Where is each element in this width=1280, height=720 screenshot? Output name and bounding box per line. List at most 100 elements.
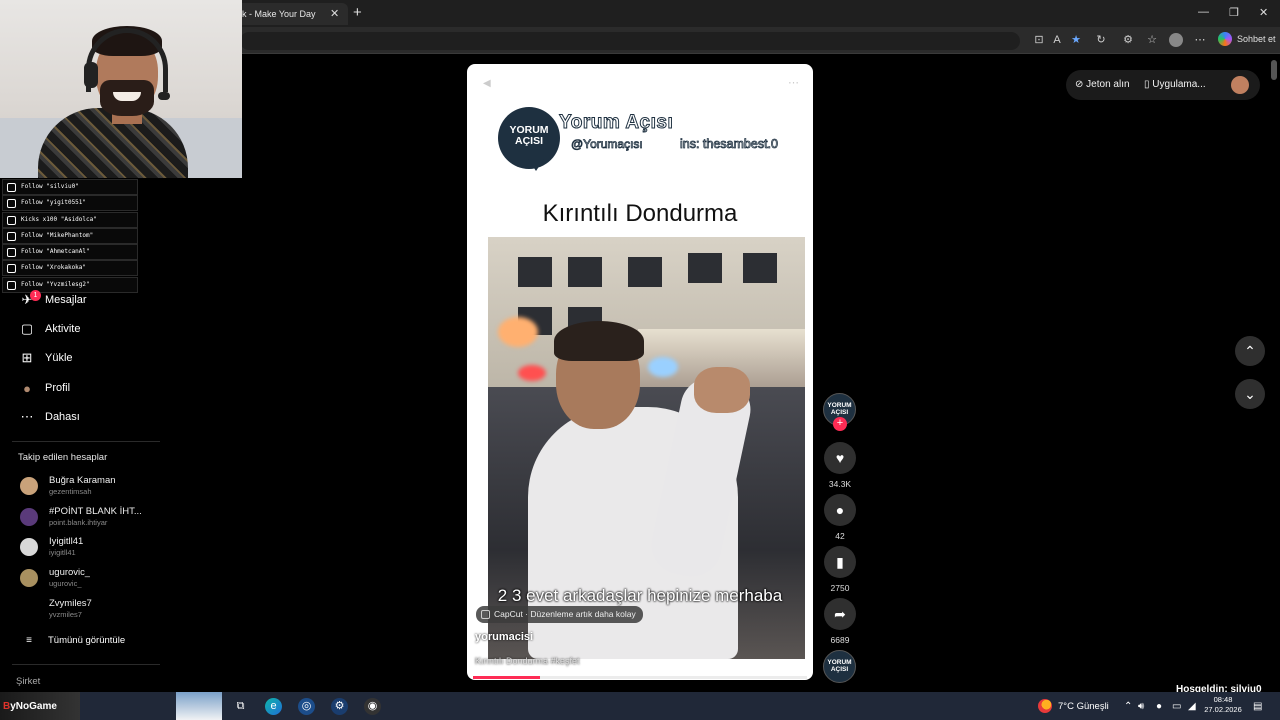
video-player[interactable]: ◀ ⋯ YORUM AÇISI Yorum Açısı @Yorumaçısı … xyxy=(467,64,813,680)
followed-account[interactable]: Zvymiles7 yvzmiles7 xyxy=(20,598,160,622)
company-link[interactable]: Şirket xyxy=(16,676,40,687)
follow-button[interactable]: + xyxy=(833,417,847,431)
upload-icon: ⊞ xyxy=(21,350,33,365)
refresh-icon[interactable]: ↻ xyxy=(1094,33,1108,47)
building-window xyxy=(628,257,662,287)
get-app-button[interactable]: ▯ Uygulama... xyxy=(1144,79,1206,90)
wifi-icon[interactable]: ◢ xyxy=(1188,701,1196,712)
coins-button[interactable]: ⊘ Jeton alın xyxy=(1075,79,1130,90)
followed-account[interactable]: #POİNT BLANK İHT... point.blank.ihtiyar xyxy=(20,506,160,530)
brand-title: Yorum Açısı xyxy=(558,112,674,134)
copilot-label[interactable]: Sohbet et xyxy=(1237,34,1276,44)
app-available-icon[interactable]: ⊡ xyxy=(1032,33,1046,47)
volume-icon[interactable]: 🔊︎ xyxy=(1138,701,1144,712)
alert-icon xyxy=(7,215,16,225)
account-name: #POİNT BLANK İHT... xyxy=(49,506,142,517)
mic-icon[interactable]: ● xyxy=(1156,701,1162,712)
channel-logo-text: YORUM AÇISI xyxy=(509,124,549,147)
video-caption: 2 3 evet arkadaşlar hepinize merhaba xyxy=(497,586,783,605)
sidebar-item-more[interactable]: ⋯ Dahası xyxy=(18,407,80,427)
edge-browser-icon[interactable]: e xyxy=(265,698,282,715)
alert-text: Follow "Xrokakoka" xyxy=(21,264,87,272)
sidebar-item-profile[interactable]: ● Profil xyxy=(18,378,70,398)
music-disc-text: YORUM AÇISI xyxy=(827,659,852,673)
street-light xyxy=(498,317,538,347)
translate-icon[interactable]: A xyxy=(1050,33,1064,47)
video-author[interactable]: yorumacisi xyxy=(475,631,533,643)
share-count: 6689 xyxy=(830,635,850,645)
mute-icon[interactable]: ◀ xyxy=(483,78,491,89)
user-avatar[interactable] xyxy=(1231,76,1249,94)
obs-icon[interactable]: ◉ xyxy=(364,698,381,715)
chevron-up-icon: ⌃ xyxy=(1244,343,1256,359)
browser-menu-icon[interactable]: ⋯ xyxy=(1193,33,1207,47)
minimize-icon[interactable]: — xyxy=(1198,6,1209,18)
tab-close-icon[interactable]: ✕ xyxy=(330,7,339,20)
comment-button[interactable]: ● xyxy=(824,494,856,526)
steam-icon[interactable]: ⚙ xyxy=(331,698,348,715)
alert-text: Follow "yigit0551" xyxy=(21,199,87,207)
restore-icon[interactable]: ❐ xyxy=(1229,6,1239,19)
capcut-label: CapCut · Düzenleme artık daha kolay xyxy=(494,609,636,619)
building-window xyxy=(688,253,722,283)
screen: k - Make Your Day ✕ + — ❐ ✕ ⊡ A ★ ↻ ⚙ ☆ … xyxy=(0,0,1280,720)
clock-time: 08:48 xyxy=(1213,695,1233,704)
task-view-icon[interactable]: ⧉ xyxy=(232,698,249,715)
share-button[interactable]: ➦ xyxy=(824,598,856,630)
avatar xyxy=(20,538,38,556)
bookmark-icon: ▮ xyxy=(836,554,844,570)
new-tab-icon[interactable]: + xyxy=(353,4,362,21)
webcam-overlay xyxy=(0,0,242,178)
tray-chevron-icon[interactable]: ⌃ xyxy=(1124,701,1132,712)
app-icon[interactable]: ◎ xyxy=(298,698,315,715)
sidebar-item-label: Yükle xyxy=(45,352,73,364)
followed-account[interactable]: Buğra Karaman gezentimsah xyxy=(20,475,160,499)
channel-logo: YORUM AÇISI xyxy=(498,107,560,171)
weather-text[interactable]: 7°C Güneşli xyxy=(1058,701,1109,712)
alert-item: Follow "AhmetcanAl" xyxy=(2,244,138,261)
extensions-icon[interactable]: ⚙ xyxy=(1121,33,1135,47)
page-scrollbar[interactable] xyxy=(1270,56,1278,690)
sidebar-item-upload[interactable]: ⊞ Yükle xyxy=(18,348,73,368)
person-hair xyxy=(554,321,644,361)
list-icon: ≡ xyxy=(26,634,32,646)
music-disc-avatar[interactable]: YORUM AÇISI xyxy=(823,650,856,683)
sidebar-divider xyxy=(12,441,160,442)
previous-video-button[interactable]: ⌃ xyxy=(1235,336,1265,366)
save-count: 2750 xyxy=(830,583,850,593)
see-all-link[interactable]: ≡ Tümünü görüntüle xyxy=(20,630,125,650)
scroll-thumb[interactable] xyxy=(1271,60,1277,80)
video-more-icon[interactable]: ⋯ xyxy=(788,76,799,89)
alert-item: Follow "MikePhantom" xyxy=(2,227,138,244)
browser-profile-avatar[interactable] xyxy=(1169,33,1183,47)
capcut-icon xyxy=(481,610,490,619)
alert-icon xyxy=(7,280,16,290)
stream-alerts: Follow "silviu0" Follow "yigit0551" Kick… xyxy=(2,179,138,293)
notification-icon[interactable]: ▤ xyxy=(1253,701,1262,712)
capcut-badge[interactable]: CapCut · Düzenleme artık daha kolay xyxy=(476,606,643,623)
close-window-icon[interactable]: ✕ xyxy=(1259,6,1268,19)
copilot-icon[interactable] xyxy=(1218,32,1232,46)
sidebar-item-label: Mesajlar xyxy=(45,294,87,306)
account-handle: gezentimsah xyxy=(49,487,92,496)
followed-account[interactable]: ugurovic_ ugurovic_ xyxy=(20,567,160,591)
sidebar-item-messages[interactable]: ✈ Mesajlar xyxy=(18,290,87,310)
taskbar-clock[interactable]: 08:48 27.02.2026 xyxy=(1203,695,1243,715)
chevron-down-icon: ⌄ xyxy=(1244,386,1256,402)
heart-icon: ♥ xyxy=(835,450,845,466)
favorites-icon[interactable]: ☆ xyxy=(1145,33,1159,47)
street-light xyxy=(648,357,678,377)
favorite-star-icon[interactable]: ★ xyxy=(1069,33,1083,47)
taskbar-widget-image xyxy=(176,692,222,720)
sidebar-item-activity[interactable]: ▢ Aktivite xyxy=(18,319,81,339)
video-heading: Kırıntılı Dondurma xyxy=(542,200,738,227)
account-handle: iyigitll41 xyxy=(49,548,76,557)
save-button[interactable]: ▮ xyxy=(824,546,856,578)
followed-account[interactable]: Iyigitll41 iyigitll41 xyxy=(20,536,160,560)
sidebar-item-label: Aktivite xyxy=(45,323,81,335)
account-name: ugurovic_ xyxy=(49,567,91,578)
address-input[interactable] xyxy=(240,32,1020,50)
network-icon[interactable]: ▭ xyxy=(1172,701,1181,712)
next-video-button[interactable]: ⌄ xyxy=(1235,379,1265,409)
like-button[interactable]: ♥ xyxy=(824,442,856,474)
